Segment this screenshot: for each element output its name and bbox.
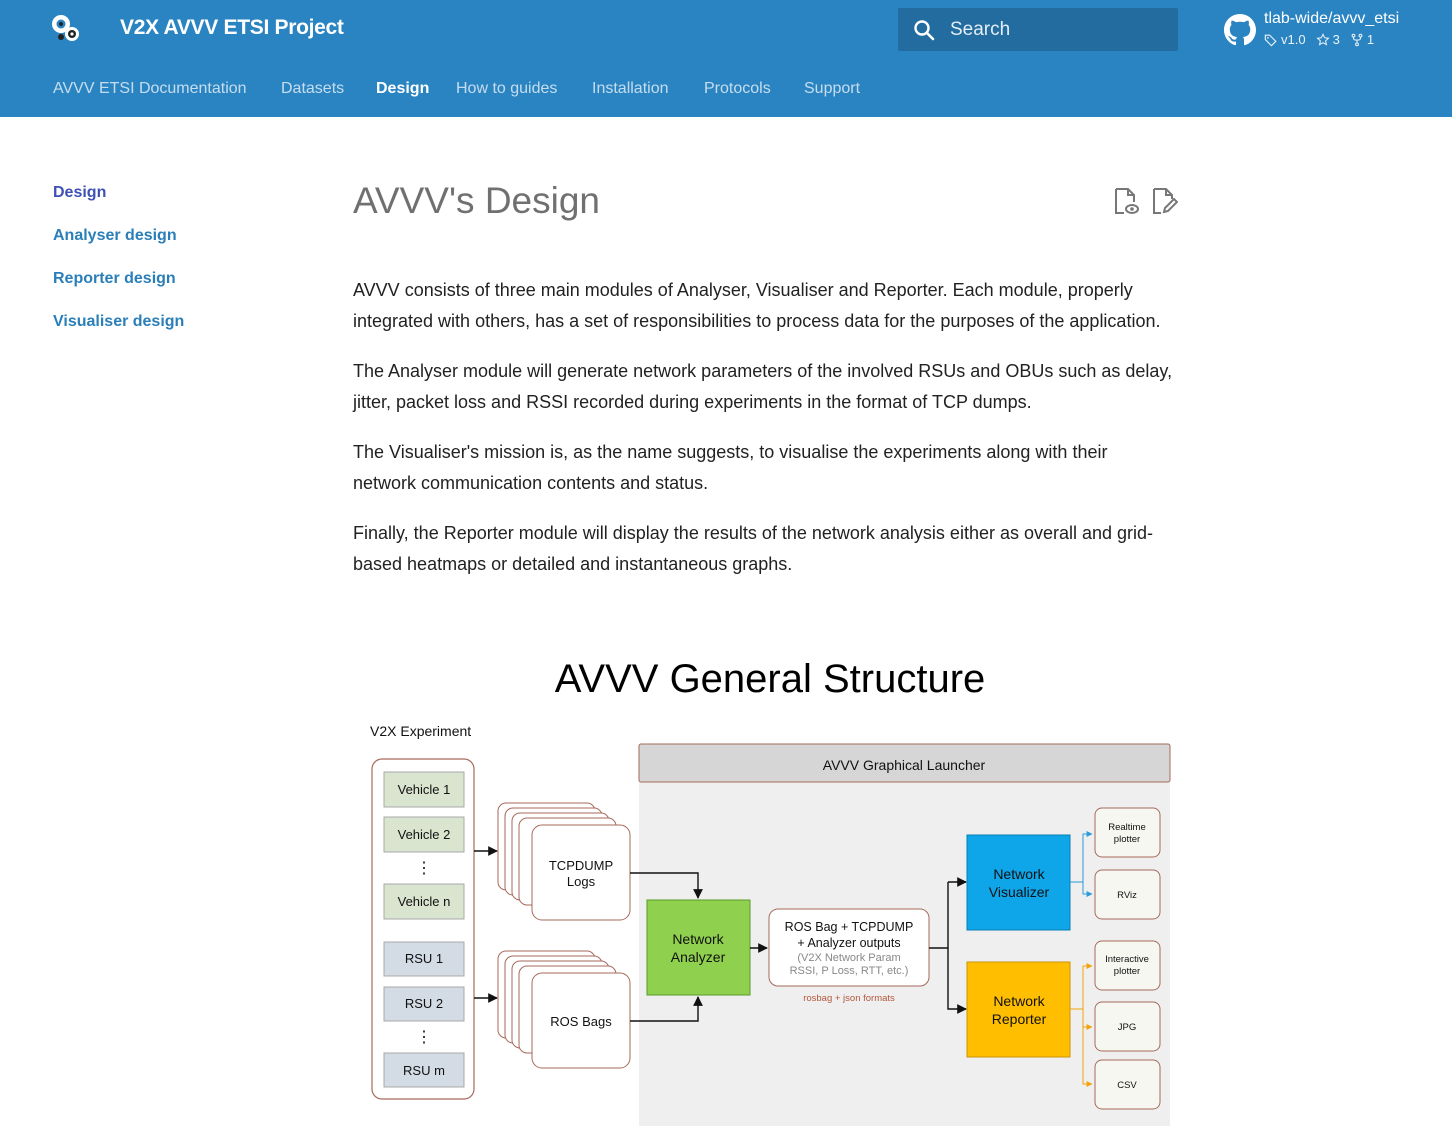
tab-how-to-guides[interactable]: How to guides xyxy=(456,80,557,98)
paragraph-analyser: The Analyser module will generate networ… xyxy=(353,361,1173,412)
realtime-plotter-line2: plotter xyxy=(1114,834,1140,845)
rsu-ellipsis: ⋮ xyxy=(416,1029,432,1046)
page-title: AVVV's Design xyxy=(353,180,600,221)
network-visualizer-box xyxy=(966,834,1071,931)
visualizer-label-line1: Network xyxy=(993,866,1045,882)
outputs-line1: ROS Bag + TCPDUMP xyxy=(785,920,914,934)
outputs-line3: (V2X Network Param xyxy=(797,952,900,964)
formats-label: rosbag + json formats xyxy=(803,993,895,1004)
sidebar-item-visualiser-design[interactable]: Visualiser design xyxy=(53,312,184,355)
analyzer-label-line2: Analyzer xyxy=(671,949,726,965)
edit-page-icon[interactable] xyxy=(1150,186,1178,216)
reporter-label-line1: Network xyxy=(993,993,1045,1009)
csv-label: CSV xyxy=(1117,1080,1137,1091)
vehicle-n-label: Vehicle n xyxy=(398,894,451,909)
launcher-label: AVVV Graphical Launcher xyxy=(823,757,986,773)
sidebar-item-analyser-design[interactable]: Analyser design xyxy=(53,226,184,269)
github-icon xyxy=(1224,14,1256,46)
article-body: AVVV consists of three main modules of A… xyxy=(353,275,1173,599)
repo-forks-text: 1 xyxy=(1366,32,1375,47)
fork-icon xyxy=(1351,33,1363,46)
tab-avvv-etsi-documentation[interactable]: AVVV ETSI Documentation xyxy=(53,80,247,98)
jpg-label: JPG xyxy=(1118,1022,1136,1033)
network-reporter-box xyxy=(966,961,1071,1058)
diagram-title: AVVV General Structure xyxy=(555,657,986,701)
realtime-plotter-line1: Realtime xyxy=(1108,822,1146,833)
site-logo-icon[interactable] xyxy=(46,10,86,50)
paragraph-visualiser: The Visualiser's mission is, as the name… xyxy=(353,442,1108,493)
repo-name: tlab-wide/avvv_etsi xyxy=(1264,10,1400,27)
rviz-label: RViz xyxy=(1117,890,1137,901)
experiment-container xyxy=(371,758,475,1100)
sidebar-nav: Design Analyser design Reporter design V… xyxy=(53,183,184,355)
site-title[interactable]: V2X AVVV ETSI Project xyxy=(120,16,344,40)
vehicle-1-label: Vehicle 1 xyxy=(398,782,451,797)
analyzer-label-line1: Network xyxy=(672,931,724,947)
rosbags-label: ROS Bags xyxy=(550,1014,612,1029)
tab-installation[interactable]: Installation xyxy=(592,80,669,98)
tab-datasets[interactable]: Datasets xyxy=(281,80,344,98)
star-icon xyxy=(1315,32,1330,46)
network-analyzer-box xyxy=(646,899,751,996)
search-icon xyxy=(914,20,935,41)
vehicle-2-label: Vehicle 2 xyxy=(398,827,451,842)
repo-link[interactable]: tlab-wide/avvv_etsi v1.0 3 1 xyxy=(1224,8,1444,54)
visualizer-label-line2: Visualizer xyxy=(989,884,1050,900)
tcpdump-label-line1: TCPDUMP xyxy=(549,858,613,873)
tab-protocols[interactable]: Protocols xyxy=(704,80,771,98)
repo-facts: v1.0 3 1 xyxy=(1264,32,1374,47)
site-header: V2X AVVV ETSI Project Search tlab-wide/a… xyxy=(0,0,1452,59)
interactive-plotter-line1: Interactive xyxy=(1105,954,1149,965)
tag-icon xyxy=(1264,34,1277,46)
reporter-label-line2: Reporter xyxy=(992,1011,1047,1027)
interactive-plotter-line2: plotter xyxy=(1114,966,1140,977)
rsu-1-label: RSU 1 xyxy=(405,951,443,966)
outputs-line4: RSSI, P Loss, RTT, etc.) xyxy=(790,965,909,977)
repo-version: v1.0 xyxy=(1264,32,1306,47)
repo-forks: 1 xyxy=(1350,32,1374,47)
repo-version-text: v1.0 xyxy=(1281,32,1306,47)
search-input[interactable]: Search xyxy=(950,19,1010,41)
sidebar-item-design[interactable]: Design xyxy=(53,183,184,226)
rsu-2-label: RSU 2 xyxy=(405,996,443,1011)
view-source-icon[interactable] xyxy=(1112,186,1140,216)
vehicle-ellipsis: ⋮ xyxy=(416,860,432,877)
paragraph-reporter: Finally, the Reporter module will displa… xyxy=(353,523,1154,574)
diagram-experiment-label: V2X Experiment xyxy=(370,723,471,739)
outputs-line2: + Analyzer outputs xyxy=(797,936,900,950)
repo-stars: 3 xyxy=(1315,32,1340,47)
search-box[interactable]: Search xyxy=(898,8,1178,51)
sidebar-item-reporter-design[interactable]: Reporter design xyxy=(53,269,184,312)
tab-support[interactable]: Support xyxy=(804,80,860,98)
tab-design[interactable]: Design xyxy=(376,80,429,98)
avvv-structure-diagram: AVVV General Structure V2X Experiment AV… xyxy=(370,657,1171,1126)
rsu-m-label: RSU m xyxy=(403,1063,445,1078)
repo-stars-text: 3 xyxy=(1332,32,1340,47)
paragraph-intro: AVVV consists of three main modules of A… xyxy=(353,280,1161,331)
tcpdump-label-line2: Logs xyxy=(567,874,596,889)
